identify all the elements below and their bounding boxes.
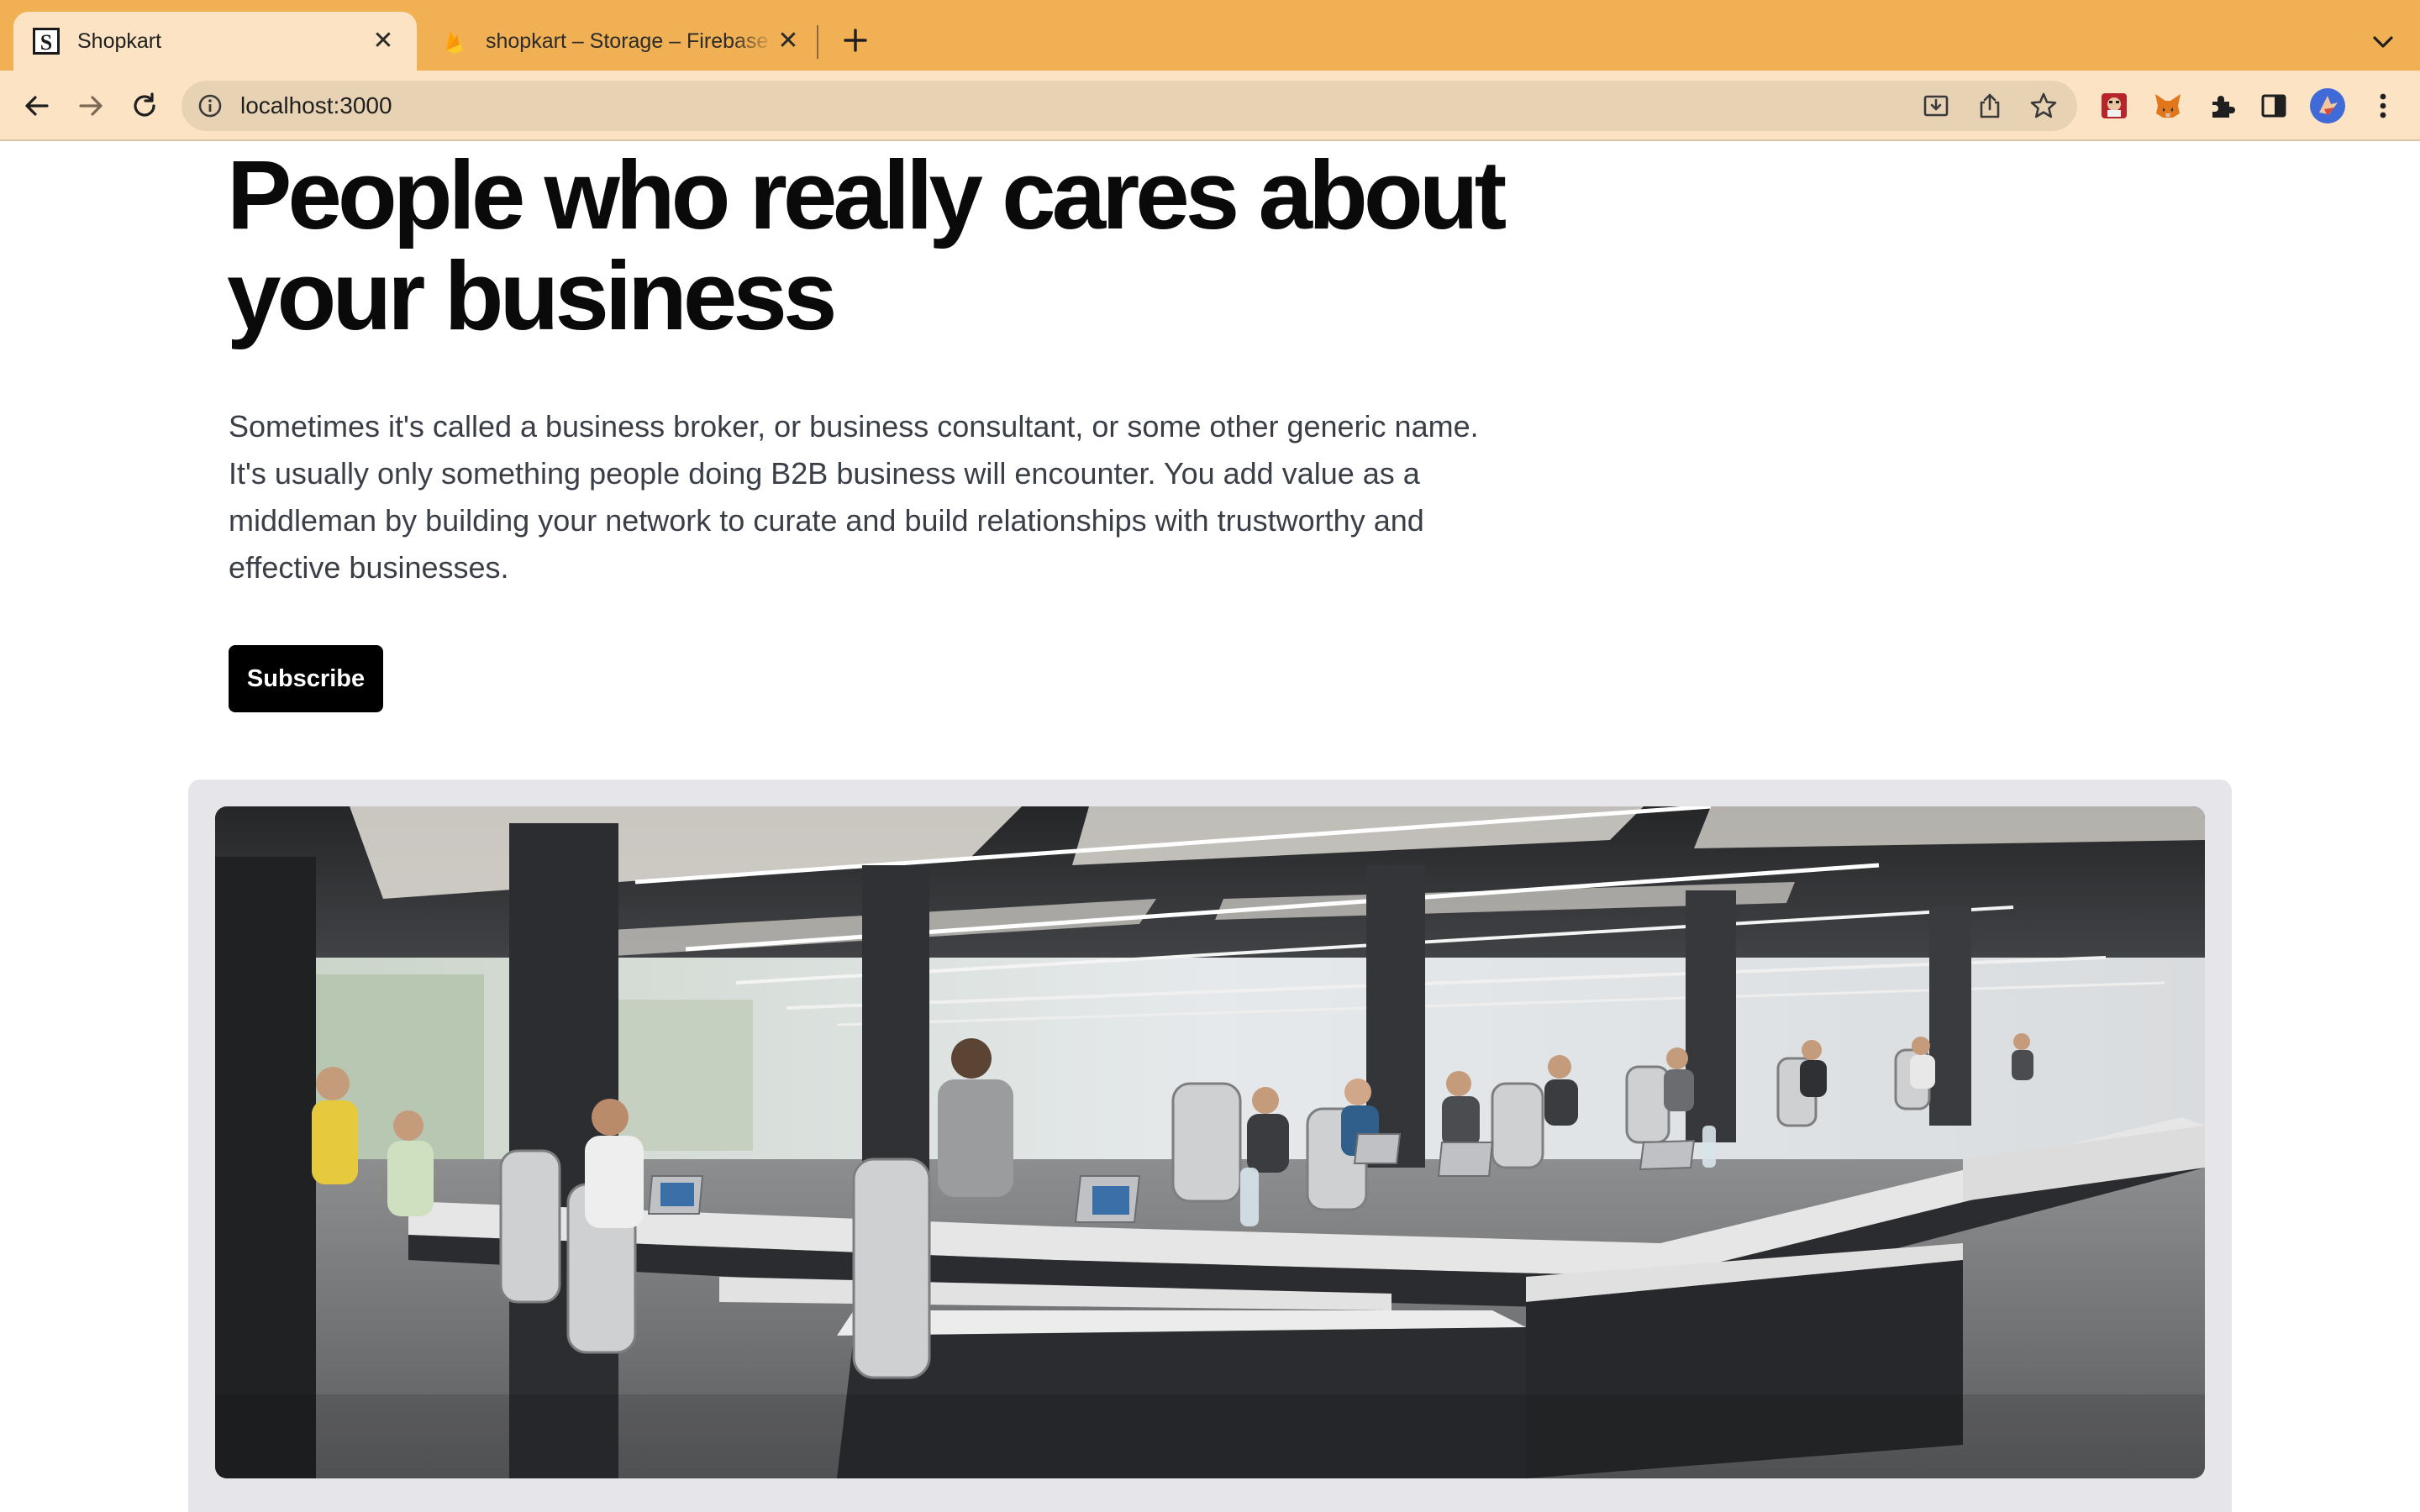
hero-description: Sometimes it's called a business broker,… (229, 409, 1479, 585)
hero-image-frame (188, 780, 2232, 1512)
close-tab-icon[interactable]: ✕ (370, 28, 397, 55)
new-tab-button[interactable] (839, 24, 872, 57)
office-photo (215, 806, 2205, 1478)
subscribe-button[interactable]: Subscribe (229, 645, 383, 712)
metamask-fox-icon[interactable] (2149, 87, 2186, 124)
tab-title: Shopkart (77, 29, 162, 53)
share-icon[interactable] (1971, 87, 2008, 124)
shopkart-logo-icon: S (32, 27, 60, 55)
url-text: localhost:3000 (240, 92, 392, 118)
tab-search-button[interactable] (2366, 25, 2400, 59)
extension-red-icon[interactable] (2096, 87, 2133, 124)
svg-text:S: S (40, 30, 52, 55)
address-bar[interactable]: localhost:3000 (182, 81, 2077, 131)
hero-headline: People who really cares about your busin… (227, 141, 1507, 350)
bookmark-star-icon[interactable] (2025, 87, 2062, 124)
page-viewport: People who really cares about your busin… (0, 141, 2420, 1512)
close-tab-icon[interactable]: ✕ (775, 28, 802, 55)
install-app-icon[interactable] (1918, 87, 1954, 124)
tab-divider (817, 25, 818, 59)
browser-menu-icon[interactable] (2365, 87, 2402, 124)
back-button[interactable] (18, 87, 55, 124)
tab-title: shopkart – Storage – Firebase (486, 29, 769, 53)
arrow-right-icon (79, 96, 103, 116)
forward-button[interactable] (72, 87, 109, 124)
site-info-icon[interactable] (195, 91, 225, 121)
chevron-down-icon (2373, 36, 2393, 48)
side-panel-icon[interactable] (2255, 87, 2292, 124)
tab-shopkart[interactable]: S Shopkart ✕ (13, 12, 417, 71)
extensions-puzzle-icon[interactable] (2203, 87, 2240, 124)
plus-icon (844, 29, 867, 52)
reload-button[interactable] (126, 87, 163, 124)
browser-toolbar: localhost:3000 (0, 71, 2420, 141)
profile-avatar[interactable] (2309, 87, 2346, 124)
reload-icon (134, 92, 155, 117)
tab-firebase-storage[interactable]: shopkart – Storage – Firebase ✕ (427, 12, 822, 71)
arrow-left-icon (25, 96, 49, 116)
tab-strip: S Shopkart ✕ shopkart – Storage – Fireba… (0, 0, 2420, 71)
firebase-flame-icon (440, 27, 469, 55)
